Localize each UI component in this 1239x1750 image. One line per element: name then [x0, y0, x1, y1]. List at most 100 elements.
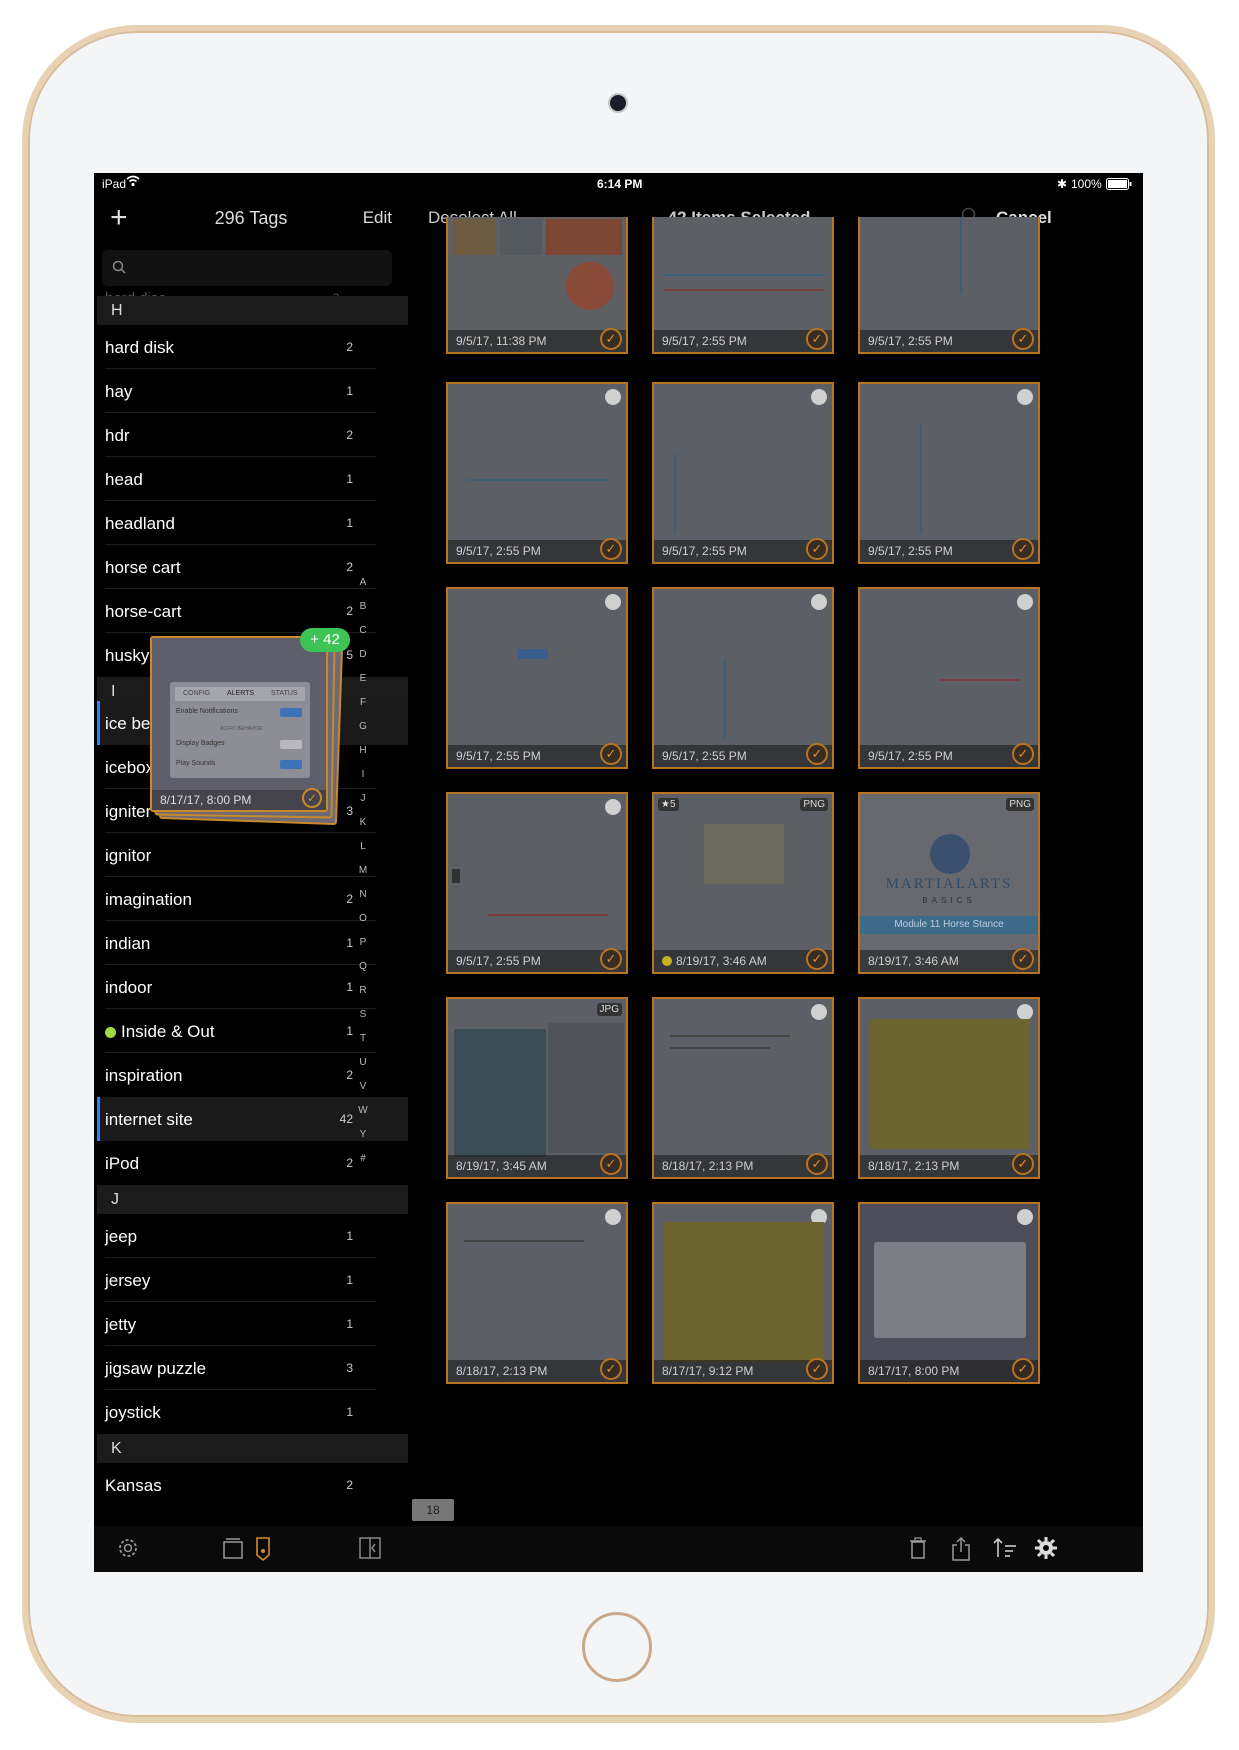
tag-row[interactable]: hdr 2: [97, 413, 408, 457]
index-letter[interactable]: E: [356, 673, 370, 684]
checkmark-icon: ✓: [1012, 1358, 1034, 1380]
item-thumbnail[interactable]: 9/5/17, 2:55 PM ✓: [652, 587, 834, 769]
item-thumbnail[interactable]: 8/18/17, 2:13 PM ✓: [652, 997, 834, 1179]
library-icon[interactable]: [222, 1536, 244, 1565]
index-letter[interactable]: N: [356, 889, 370, 900]
thumb-line: [940, 679, 1020, 681]
device-label: iPad: [102, 177, 127, 191]
tag-row[interactable]: hay 1: [97, 369, 408, 413]
tag-row[interactable]: head 1: [97, 457, 408, 501]
index-letter[interactable]: M: [356, 865, 370, 876]
item-thumbnail[interactable]: 8/17/17, 8:00 PM ✓: [858, 1202, 1040, 1384]
index-letter[interactable]: D: [356, 649, 370, 660]
status-dot: [662, 956, 672, 966]
index-letter[interactable]: S: [356, 1009, 370, 1020]
tag-row[interactable]: Kansas 2: [97, 1463, 408, 1507]
bluetooth-icon: ✱: [1057, 177, 1068, 191]
checkmark-icon: ✓: [1012, 948, 1034, 970]
tag-search-input[interactable]: [134, 256, 378, 282]
tag-row[interactable]: jetty 1: [97, 1302, 408, 1346]
index-letter[interactable]: I: [356, 769, 370, 780]
index-letter[interactable]: O: [356, 913, 370, 924]
logo-subtitle: BASICS: [922, 896, 976, 905]
trash-icon[interactable]: [908, 1536, 928, 1565]
tag-search-bar[interactable]: [102, 250, 392, 286]
index-letter[interactable]: H: [356, 745, 370, 756]
checkmark-icon: ✓: [806, 328, 828, 350]
tag-row[interactable]: jeep 1: [97, 1214, 408, 1258]
tags-count-title: 296 Tags: [214, 208, 288, 228]
item-thumbnail[interactable]: 8/18/17, 2:13 PM ✓: [858, 997, 1040, 1179]
item-thumbnail[interactable]: ★5 PNG 8/19/17, 3:46 AM ✓: [652, 792, 834, 974]
item-thumbnail[interactable]: 9/5/17, 2:55 PM ✓: [652, 217, 834, 354]
index-letter[interactable]: A: [356, 577, 370, 588]
checkmark-icon: ✓: [302, 788, 322, 808]
edit-button[interactable]: Edit: [363, 208, 392, 228]
item-thumbnail[interactable]: 9/5/17, 2:55 PM ✓: [858, 382, 1040, 564]
checkmark-icon: ✓: [806, 1358, 828, 1380]
index-letter[interactable]: F: [356, 697, 370, 708]
battery-icon: [1106, 178, 1132, 193]
screen: iPad 6:14 PM ✱ 100% + 296 Tags Edit hard…: [94, 173, 1143, 1572]
checkmark-icon: ✓: [806, 538, 828, 560]
index-letter[interactable]: W: [356, 1105, 370, 1116]
thumb-photo: [546, 219, 622, 255]
preview-toggle: [280, 708, 302, 717]
index-letter[interactable]: K: [356, 817, 370, 828]
home-button[interactable]: [582, 1612, 652, 1682]
index-letter[interactable]: T: [356, 1033, 370, 1044]
thumb-node: [518, 649, 548, 659]
item-thumbnail[interactable]: JPG 8/19/17, 3:45 AM ✓: [446, 997, 628, 1179]
index-letter[interactable]: V: [356, 1081, 370, 1092]
item-thumbnail[interactable]: PNG MARTIALARTS BASICS Module 11 Horse S…: [858, 792, 1040, 974]
tag-sidebar: + 296 Tags Edit hard disc 2 H hard disk2…: [94, 195, 408, 1526]
checkmark-icon: ✓: [600, 328, 622, 350]
settings-wheel-icon[interactable]: [116, 1536, 140, 1565]
split-view-icon[interactable]: [358, 1536, 382, 1565]
tag-icon[interactable]: [254, 1536, 272, 1567]
section-header-h: H: [97, 296, 408, 325]
item-thumbnail[interactable]: 9/5/17, 2:55 PM ✓: [446, 587, 628, 769]
index-letter[interactable]: #: [356, 1153, 370, 1164]
item-thumbnail[interactable]: 9/5/17, 2:55 PM ✓: [446, 792, 628, 974]
tag-row[interactable]: hard disk 2: [97, 325, 408, 369]
gear-icon[interactable]: [1034, 1536, 1058, 1565]
tag-row[interactable]: headland 1: [97, 501, 408, 545]
thumb-line: [468, 479, 608, 481]
index-letter[interactable]: U: [356, 1057, 370, 1068]
index-letter[interactable]: J: [356, 793, 370, 804]
index-letter[interactable]: P: [356, 937, 370, 948]
drag-card-date: 8/17/17, 8:00 PM: [152, 790, 326, 810]
thumb-text-line: [670, 1047, 770, 1049]
item-thumbnail[interactable]: 9/5/17, 2:55 PM ✓: [858, 217, 1040, 354]
index-letter[interactable]: Y: [356, 1129, 370, 1140]
item-thumbnail[interactable]: 8/18/17, 2:13 PM ✓: [446, 1202, 628, 1384]
tag-row[interactable]: joystick 1: [97, 1390, 408, 1434]
index-letter[interactable]: L: [356, 841, 370, 852]
index-letter[interactable]: B: [356, 601, 370, 612]
thumb-line: [724, 659, 726, 739]
preview-toggle: [280, 760, 302, 769]
tag-color-dot: [105, 1027, 116, 1038]
tag-row[interactable]: jersey 1: [97, 1258, 408, 1302]
item-thumbnail[interactable]: 9/5/17, 11:38 PM ✓: [446, 217, 628, 354]
preview-toggle: [280, 740, 302, 749]
index-letter[interactable]: Q: [356, 961, 370, 972]
preview-row: Play Sounds: [176, 760, 216, 767]
tag-row[interactable]: jigsaw puzzle 3: [97, 1346, 408, 1390]
share-icon[interactable]: [950, 1536, 972, 1567]
drag-stack[interactable]: CONFIG ALERTS STATUS Enable Notification…: [150, 636, 344, 826]
search-icon: [112, 260, 126, 274]
item-thumbnail[interactable]: 8/17/17, 9:12 PM ✓: [652, 1202, 834, 1384]
index-letter[interactable]: C: [356, 625, 370, 636]
item-thumbnail[interactable]: 9/5/17, 2:55 PM ✓: [858, 587, 1040, 769]
app-icon: [605, 389, 621, 405]
checkmark-icon: ✓: [806, 743, 828, 765]
item-thumbnail[interactable]: 9/5/17, 2:55 PM ✓: [652, 382, 834, 564]
file-type-badge: JPG: [596, 1003, 622, 1016]
checkmark-icon: ✓: [600, 1153, 622, 1175]
index-letter[interactable]: G: [356, 721, 370, 732]
sort-icon[interactable]: [992, 1536, 1018, 1565]
index-letter[interactable]: R: [356, 985, 370, 996]
item-thumbnail[interactable]: 9/5/17, 2:55 PM ✓: [446, 382, 628, 564]
